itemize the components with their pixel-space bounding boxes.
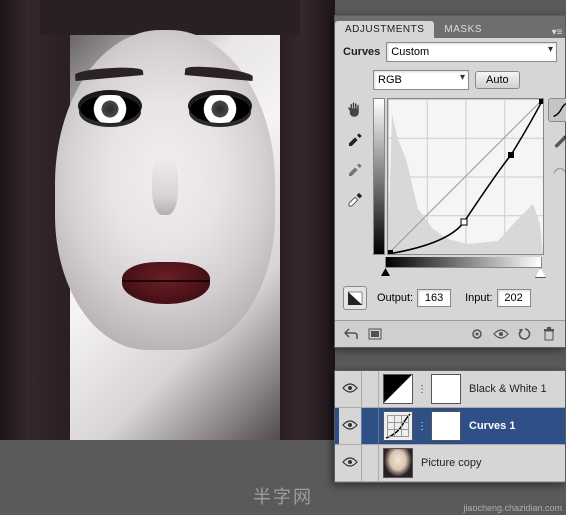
point-curve-icon[interactable] [548,98,566,122]
layer-visibility-toggle[interactable] [339,445,362,481]
eye-icon [342,456,358,471]
tab-masks[interactable]: MASKS [434,21,492,38]
layer-name[interactable]: Black & White 1 [469,383,547,395]
clip-histogram-icon[interactable] [343,286,367,310]
eye [80,95,140,123]
curve-mode-tools [550,98,566,276]
visibility-toggle-icon[interactable] [491,325,511,343]
input-gradient [385,257,542,268]
document-canvas[interactable] [0,0,335,440]
nose [152,155,178,215]
link-column [366,445,379,481]
reset-icon[interactable] [515,325,535,343]
white-point-slider[interactable] [535,268,546,278]
layer-row[interactable]: Picture copy [335,445,565,482]
output-label: Output: [377,292,413,304]
lips [122,262,210,304]
input-label: Input: [465,292,493,304]
input-sliders[interactable] [385,268,542,276]
layer-name[interactable]: Curves 1 [469,420,515,432]
channel-value: RGB [378,74,402,86]
eye-icon [342,419,358,434]
link-icon: ⋮ [417,412,427,440]
tab-adjustments[interactable]: ADJUSTMENTS [335,21,434,38]
link-icon: ⋮ [417,375,427,403]
layer-row[interactable]: ⋮ Black & White 1 [335,371,565,408]
layers-panel: ⋮ Black & White 1 ⋮ Curves 1 Picture cop… [334,370,566,483]
smooth-curve-icon[interactable] [548,158,566,182]
watermark-url: jiaocheng.chazidian.com [463,503,562,513]
toggle-expand-icon[interactable] [365,325,385,343]
layer-row[interactable]: ⋮ Curves 1 [335,408,565,445]
watermark: 半字网 [253,483,313,509]
panel-menu-icon[interactable]: ▾≡ [549,27,565,38]
hair-region [280,0,335,440]
layer-name[interactable]: Picture copy [421,457,482,469]
channel-select[interactable]: RGB [373,70,469,90]
pencil-curve-icon[interactable] [548,128,566,152]
input-field[interactable] [497,289,531,307]
output-field[interactable] [417,289,451,307]
eye [190,95,250,123]
trash-icon[interactable] [539,325,559,343]
link-column [366,371,379,407]
output-gradient [373,98,385,255]
auto-button[interactable]: Auto [475,71,520,89]
panel-footer [335,320,565,347]
eyedropper-black-icon[interactable] [343,128,367,152]
layer-visibility-toggle[interactable] [339,371,362,407]
adjustment-title: Curves [343,46,380,58]
image-thumbnail[interactable] [383,448,413,478]
mask-thumbnail[interactable] [431,374,461,404]
return-arrow-icon[interactable] [341,325,361,343]
targeted-adjustment-icon[interactable] [343,98,367,122]
preset-value: Custom [391,46,429,58]
clip-to-layer-icon[interactable] [467,325,487,343]
link-column [366,408,379,444]
eyedropper-gray-icon[interactable] [343,158,367,182]
curve-lines [388,99,543,254]
sampler-tools [343,98,367,276]
eye-icon [342,382,358,397]
panel-tabs: ADJUSTMENTS MASKS ▾≡ [335,16,565,38]
mask-thumbnail[interactable] [431,411,461,441]
curves-graph[interactable] [387,98,544,255]
layer-visibility-toggle[interactable] [339,408,362,444]
adjustment-thumbnail[interactable] [383,411,413,441]
adjustment-thumbnail[interactable] [383,374,413,404]
eyedropper-white-icon[interactable] [343,188,367,212]
preset-select[interactable]: Custom [386,42,557,62]
adjustments-panel: ADJUSTMENTS MASKS ▾≡ Curves Custom RGB A… [334,15,566,348]
